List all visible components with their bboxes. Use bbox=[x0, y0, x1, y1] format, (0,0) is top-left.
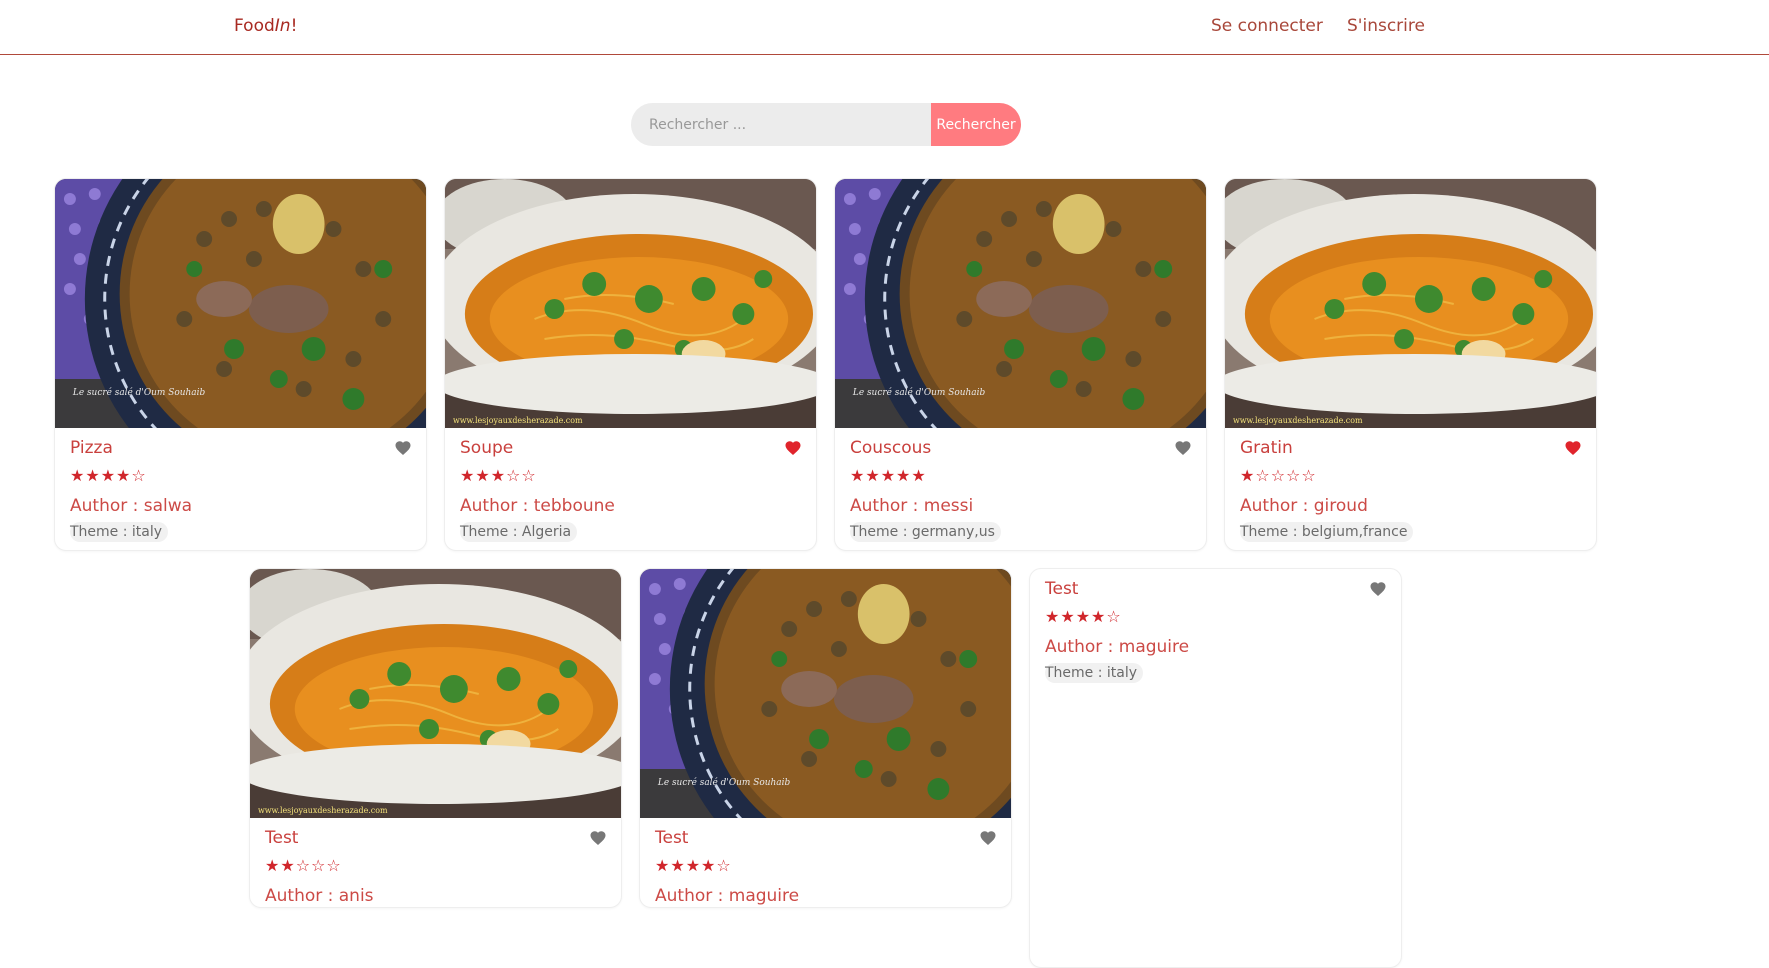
recipe-theme: Theme : italy bbox=[70, 522, 169, 542]
recipe-theme: Theme : belgium,france bbox=[1240, 522, 1414, 542]
brand-prefix: Food bbox=[234, 16, 275, 36]
recipe-card-body: Soupe ★★★☆☆ Author : tebboune Theme : Al… bbox=[445, 428, 816, 550]
recipe-author: Author : messi bbox=[850, 496, 974, 516]
search-input[interactable] bbox=[631, 103, 931, 146]
recipe-theme: Theme : Algeria bbox=[460, 522, 578, 542]
heart-filled-icon[interactable] bbox=[784, 439, 802, 457]
heart-icon[interactable] bbox=[394, 439, 412, 457]
heart-icon[interactable] bbox=[979, 829, 997, 847]
recipe-card-body: Couscous ★★★★★ Author : messi Theme : ge… bbox=[835, 428, 1206, 550]
heart-icon[interactable] bbox=[1174, 439, 1192, 457]
heart-icon[interactable] bbox=[589, 829, 607, 847]
brand-suffix: ! bbox=[290, 16, 298, 36]
recipe-author: Author : tebboune bbox=[460, 496, 615, 516]
recipe-card-body: Test ★★☆☆☆ Author : anis bbox=[250, 818, 621, 907]
recipe-author: Author : salwa bbox=[70, 496, 193, 516]
recipe-author: Author : giroud bbox=[1240, 496, 1368, 516]
signup-link[interactable]: S'inscrire bbox=[1347, 16, 1425, 36]
search-bar: Rechercher bbox=[631, 103, 1021, 146]
recipe-image[interactable]: www.lesjoyauxdesherazade.com bbox=[1225, 179, 1596, 428]
recipe-card-4[interactable]: www.lesjoyauxdesherazade.com Test ★★☆☆☆ … bbox=[249, 568, 622, 908]
recipe-card-3[interactable]: www.lesjoyauxdesherazade.com Gratin ★☆☆☆… bbox=[1224, 178, 1597, 551]
recipe-card-body: Test ★★★★☆ Author : maguire bbox=[640, 818, 1011, 907]
recipe-card-0[interactable]: Le sucré salé d'Oum Souhaib Pizza ★★★★☆ … bbox=[54, 178, 427, 551]
recipe-image[interactable]: Le sucré salé d'Oum Souhaib bbox=[55, 179, 426, 428]
star-rating: ★★★☆☆ bbox=[460, 466, 537, 485]
recipe-card-body: Gratin ★☆☆☆☆ Author : giroud Theme : bel… bbox=[1225, 428, 1596, 550]
recipe-card-body: Pizza ★★★★☆ Author : salwa Theme : italy bbox=[55, 428, 426, 550]
star-rating: ★★★★☆ bbox=[70, 466, 147, 485]
star-rating: ★★★★☆ bbox=[1045, 607, 1122, 626]
recipe-image[interactable]: Le sucré salé d'Oum Souhaib bbox=[640, 569, 1011, 818]
star-rating: ★★★★☆ bbox=[655, 856, 732, 875]
brand-logo[interactable]: FoodIn! bbox=[234, 16, 297, 36]
recipe-image[interactable]: www.lesjoyauxdesherazade.com bbox=[445, 179, 816, 428]
recipe-title[interactable]: Soupe bbox=[460, 436, 801, 460]
heart-icon[interactable] bbox=[1369, 580, 1387, 598]
recipe-title[interactable]: Test bbox=[1045, 577, 1386, 601]
recipe-title[interactable]: Couscous bbox=[850, 436, 1191, 460]
recipe-title[interactable]: Gratin bbox=[1240, 436, 1581, 460]
recipe-image[interactable]: Le sucré salé d'Oum Souhaib bbox=[835, 179, 1206, 428]
svg-text:www.lesjoyauxdesherazade.com: www.lesjoyauxdesherazade.com bbox=[1233, 416, 1363, 425]
star-rating: ★★★★★ bbox=[850, 466, 927, 485]
recipe-title[interactable]: Test bbox=[655, 826, 996, 850]
recipe-theme: Theme : italy bbox=[1045, 663, 1144, 683]
heart-filled-icon[interactable] bbox=[1564, 439, 1582, 457]
svg-text:Le sucré salé d'Oum Souhaib: Le sucré salé d'Oum Souhaib bbox=[72, 387, 206, 398]
svg-text:www.lesjoyauxdesherazade.com: www.lesjoyauxdesherazade.com bbox=[453, 416, 583, 425]
recipe-image[interactable]: www.lesjoyauxdesherazade.com bbox=[250, 569, 621, 818]
recipe-author: Author : maguire bbox=[655, 886, 800, 906]
recipe-author: Author : anis bbox=[265, 886, 374, 906]
svg-text:Le sucré salé d'Oum Souhaib: Le sucré salé d'Oum Souhaib bbox=[657, 777, 791, 788]
recipe-title[interactable]: Pizza bbox=[70, 436, 411, 460]
recipe-card-6[interactable]: Test ★★★★☆ Author : maguire Theme : ital… bbox=[1029, 568, 1402, 968]
recipe-card-1[interactable]: www.lesjoyauxdesherazade.com Soupe ★★★☆☆… bbox=[444, 178, 817, 551]
recipe-card-5[interactable]: Le sucré salé d'Oum Souhaib Test ★★★★☆ A… bbox=[639, 568, 1012, 908]
brand-italic: In bbox=[274, 16, 291, 36]
recipe-title[interactable]: Test bbox=[265, 826, 606, 850]
recipe-author: Author : maguire bbox=[1045, 637, 1190, 657]
star-rating: ★★☆☆☆ bbox=[265, 856, 342, 875]
login-link[interactable]: Se connecter bbox=[1211, 16, 1323, 36]
star-rating: ★☆☆☆☆ bbox=[1240, 466, 1317, 485]
navbar: FoodIn! Se connecter S'inscrire bbox=[0, 0, 1769, 55]
recipe-card-2[interactable]: Le sucré salé d'Oum Souhaib Couscous ★★★… bbox=[834, 178, 1207, 551]
recipe-theme: Theme : germany,us bbox=[850, 522, 1001, 542]
search-button[interactable]: Rechercher bbox=[931, 103, 1021, 146]
svg-text:Le sucré salé d'Oum Souhaib: Le sucré salé d'Oum Souhaib bbox=[852, 387, 986, 398]
recipe-card-body: Test ★★★★☆ Author : maguire Theme : ital… bbox=[1030, 569, 1401, 695]
svg-text:www.lesjoyauxdesherazade.com: www.lesjoyauxdesherazade.com bbox=[258, 806, 388, 815]
